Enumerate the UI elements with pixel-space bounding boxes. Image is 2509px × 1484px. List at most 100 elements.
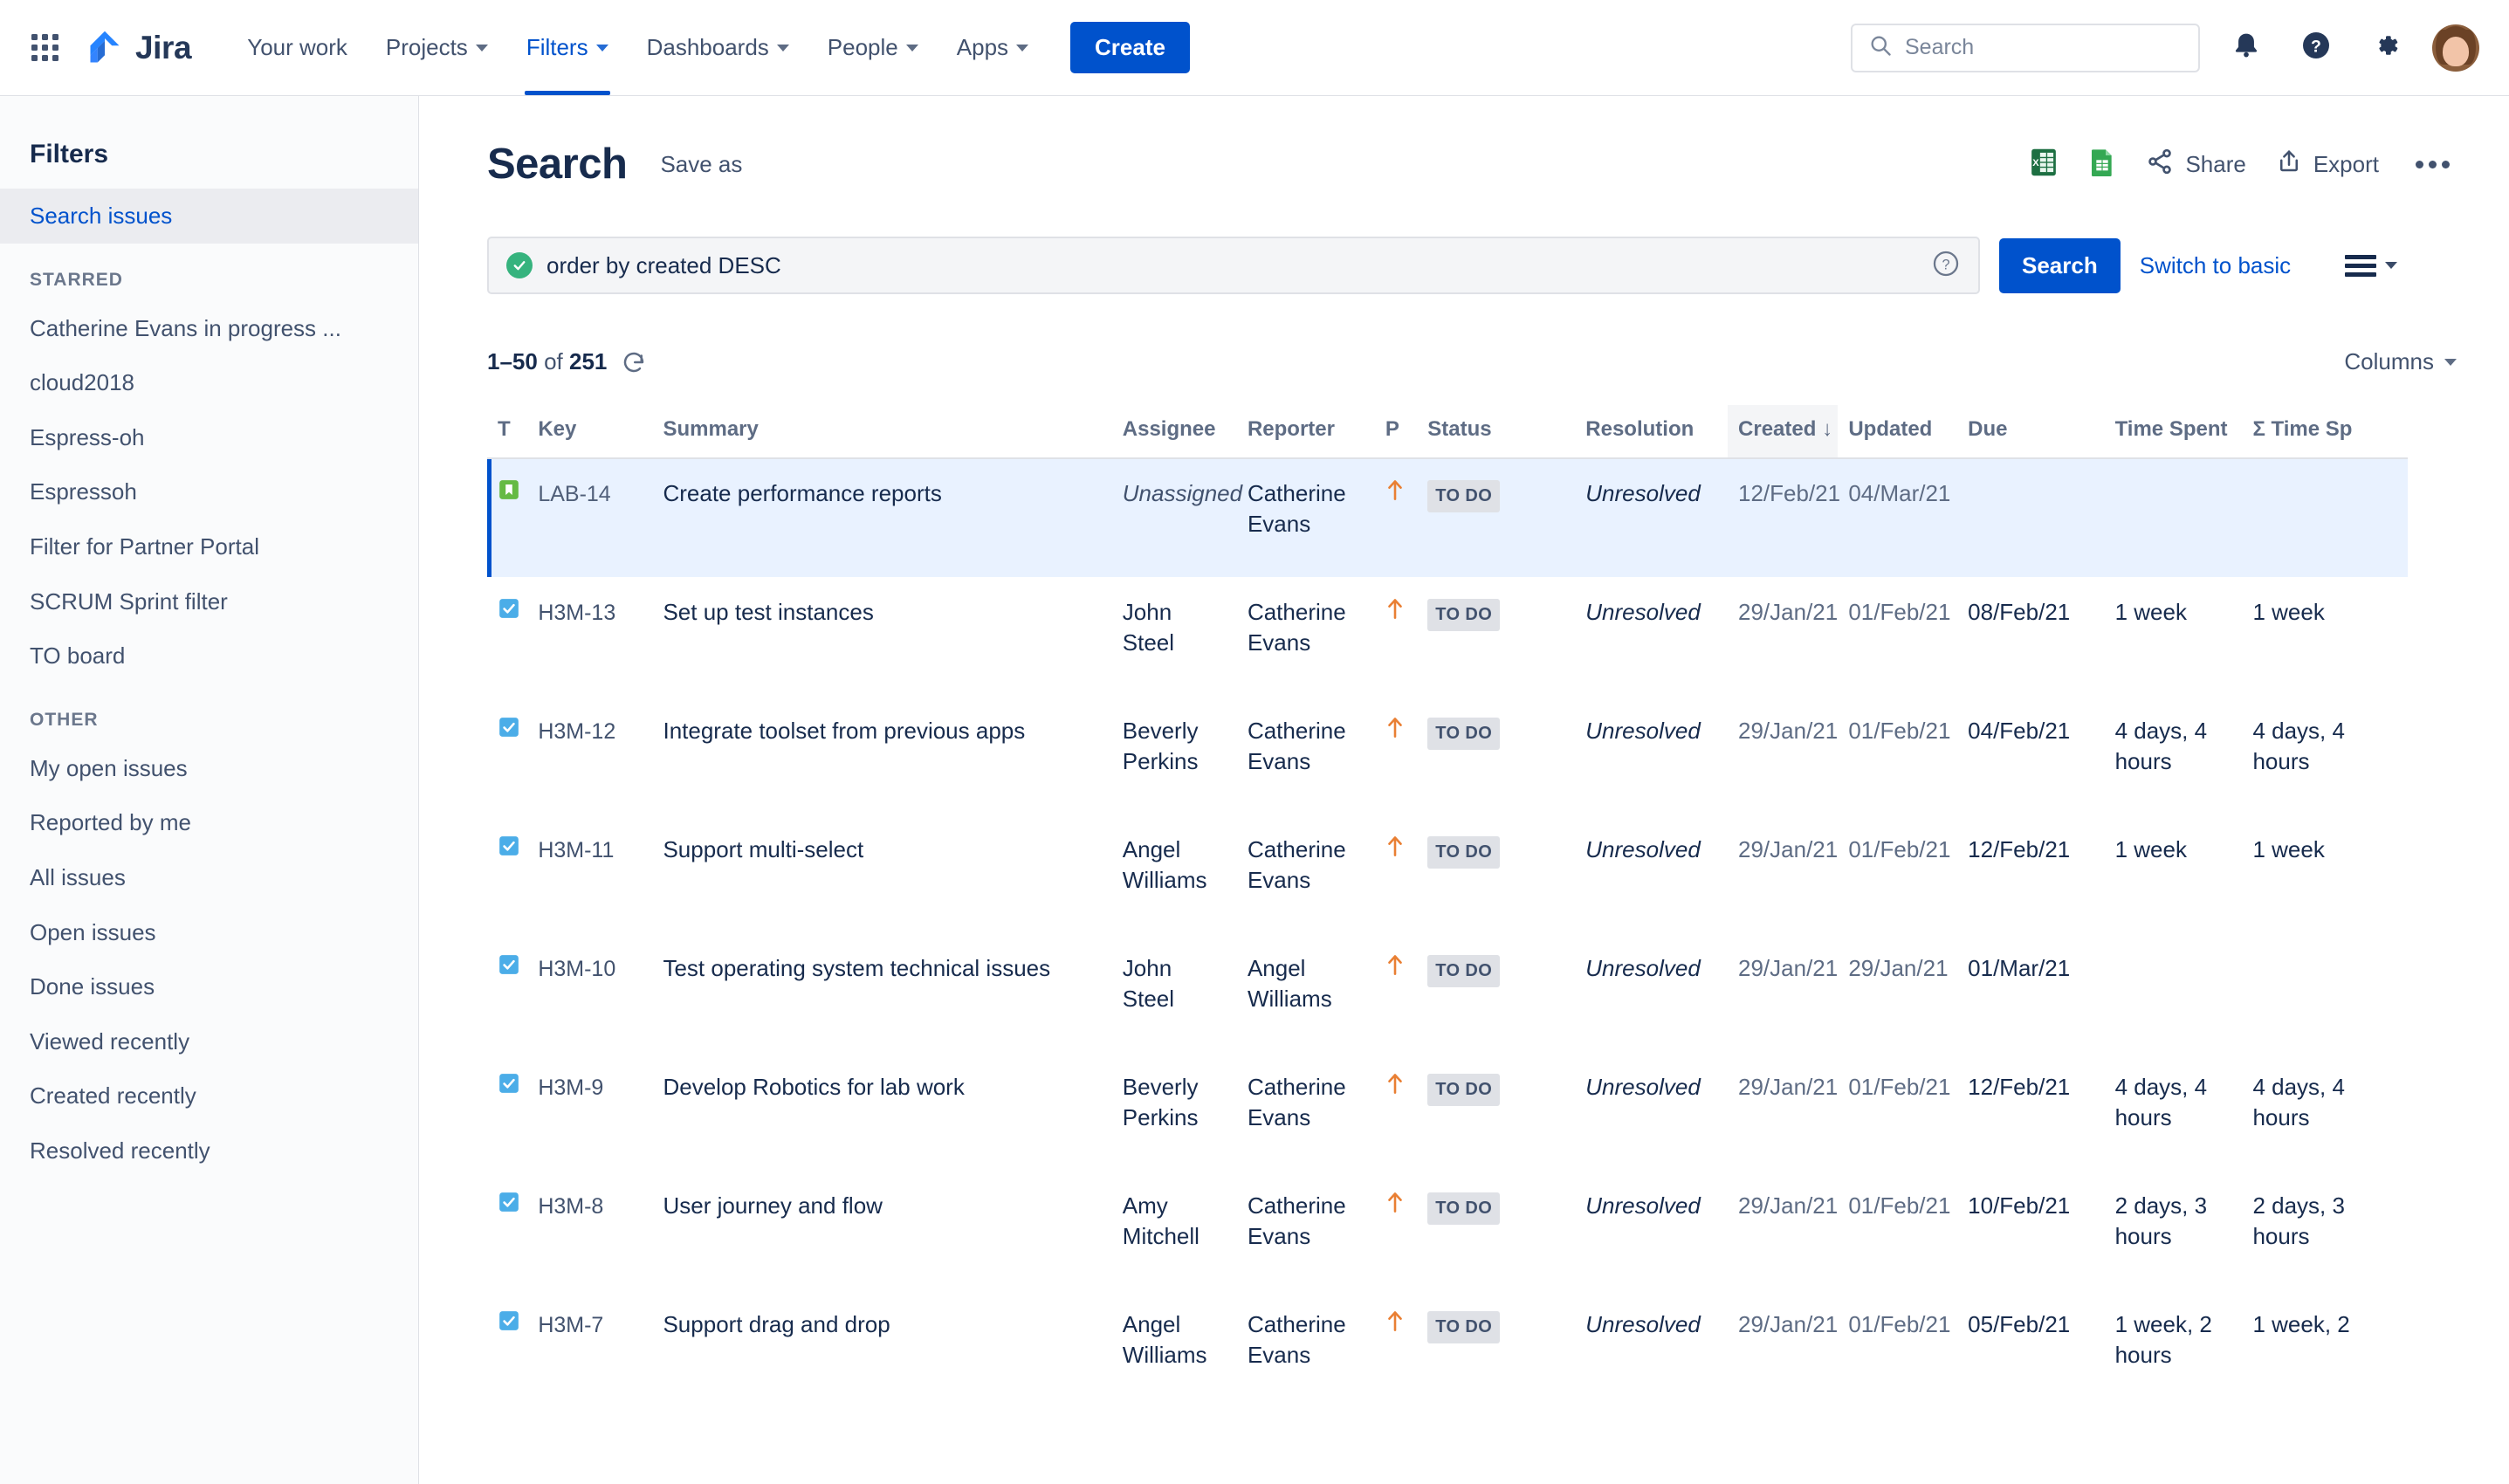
cell-assignee: Angel Williams bbox=[1112, 814, 1237, 933]
sidebar-item-catherine-evans-in-progress[interactable]: Catherine Evans in progress ... bbox=[0, 301, 418, 356]
priority-medium-icon bbox=[1385, 1191, 1405, 1221]
table-row[interactable]: LAB-14 Create performance reports Unassign… bbox=[487, 458, 2408, 577]
issue-key-link[interactable]: H3M-13 bbox=[538, 601, 615, 625]
grid-apps-icon bbox=[31, 34, 58, 61]
column-header-resolution[interactable]: Resolution bbox=[1575, 405, 1729, 459]
sidebar-item-filter-for-partner-portal[interactable]: Filter for Partner Portal bbox=[0, 519, 418, 574]
save-as-button[interactable]: Save as bbox=[660, 151, 742, 178]
issue-key-link[interactable]: H3M-8 bbox=[538, 1194, 603, 1219]
table-row[interactable]: H3M-11 Support multi-select Angel Williams… bbox=[487, 814, 2408, 933]
column-header-priority[interactable]: P bbox=[1374, 405, 1418, 459]
issue-summary-link[interactable]: Support drag and drop bbox=[663, 1311, 890, 1337]
status-badge[interactable]: TO DO bbox=[1427, 954, 1501, 987]
refresh-results-button[interactable] bbox=[621, 349, 647, 375]
issue-key-link[interactable]: H3M-7 bbox=[538, 1313, 603, 1337]
sidebar-item-resolved-recently[interactable]: Resolved recently bbox=[0, 1123, 418, 1178]
create-button[interactable]: Create bbox=[1070, 22, 1190, 73]
sidebar-item-reported-by-me[interactable]: Reported by me bbox=[0, 795, 418, 850]
status-badge[interactable]: TO DO bbox=[1427, 598, 1501, 631]
column-header-assignee[interactable]: Assignee bbox=[1111, 405, 1237, 459]
column-header-updated[interactable]: Updated bbox=[1838, 405, 1958, 459]
sidebar-item-open-issues[interactable]: Open issues bbox=[0, 905, 418, 960]
nav-item-filters[interactable]: Filters bbox=[507, 0, 628, 95]
columns-button[interactable]: Columns bbox=[2344, 348, 2457, 375]
column-header-reporter[interactable]: Reporter bbox=[1236, 405, 1375, 459]
export-button[interactable]: Export bbox=[2276, 148, 2379, 182]
column-header-type[interactable]: T bbox=[487, 405, 528, 459]
issue-summary-link[interactable]: Develop Robotics for lab work bbox=[663, 1074, 964, 1100]
nav-item-projects[interactable]: Projects bbox=[367, 0, 507, 95]
share-button[interactable]: Share bbox=[2146, 148, 2246, 182]
nav-item-people[interactable]: People bbox=[808, 0, 938, 95]
nav-item-your-work[interactable]: Your work bbox=[228, 0, 367, 95]
nav-item-dashboards[interactable]: Dashboards bbox=[628, 0, 808, 95]
sidebar-item-espress-oh[interactable]: Espress-oh bbox=[0, 410, 418, 465]
issue-summary-link[interactable]: Integrate toolset from previous apps bbox=[663, 718, 1025, 744]
cell-type bbox=[487, 696, 527, 814]
column-header-time-spent[interactable]: Time Spent bbox=[2104, 405, 2243, 459]
cell-sum-time-spent: 2 days, 3 hours bbox=[2242, 1171, 2408, 1289]
column-header-created[interactable]: Created ↓ bbox=[1728, 405, 1839, 459]
table-row[interactable]: H3M-10 Test operating system technical is… bbox=[487, 933, 2408, 1052]
table-row[interactable]: H3M-12 Integrate toolset from previous ap… bbox=[487, 696, 2408, 814]
issue-key-link[interactable]: LAB-14 bbox=[538, 482, 610, 506]
updated-date: 04/Mar/21 bbox=[1848, 480, 1951, 506]
due-date: 01/Mar/21 bbox=[1968, 954, 2071, 981]
question-circle-icon[interactable]: ? bbox=[1931, 249, 1961, 283]
jql-search-button[interactable]: Search bbox=[1999, 237, 2121, 293]
column-header-sum-time-spent[interactable]: Σ Time Sp bbox=[2242, 405, 2408, 459]
issue-key-link[interactable]: H3M-12 bbox=[538, 719, 615, 744]
sidebar-item-search-issues[interactable]: Search issues bbox=[0, 189, 418, 244]
issue-key-link[interactable]: H3M-10 bbox=[538, 957, 615, 981]
sidebar-item-all-issues[interactable]: All issues bbox=[0, 850, 418, 905]
view-mode-toggle[interactable] bbox=[2345, 254, 2398, 277]
issue-key-link[interactable]: H3M-9 bbox=[538, 1075, 603, 1100]
notifications-button[interactable] bbox=[2223, 24, 2270, 72]
status-badge[interactable]: TO DO bbox=[1427, 480, 1501, 512]
export-sheets-icon[interactable] bbox=[2088, 147, 2116, 182]
status-badge[interactable]: TO DO bbox=[1427, 717, 1501, 750]
column-header-status[interactable]: Status bbox=[1417, 405, 1576, 459]
issue-summary-link[interactable]: User journey and flow bbox=[663, 1192, 882, 1219]
status-badge[interactable]: TO DO bbox=[1427, 1073, 1501, 1106]
status-badge[interactable]: TO DO bbox=[1427, 1192, 1501, 1225]
due-date: 08/Feb/21 bbox=[1968, 598, 2071, 625]
sidebar-item-created-recently[interactable]: Created recently bbox=[0, 1068, 418, 1123]
table-row[interactable]: H3M-9 Develop Robotics for lab work Beverl… bbox=[487, 1052, 2408, 1171]
sidebar-item-cloud2018[interactable]: cloud2018 bbox=[0, 355, 418, 410]
avatar[interactable] bbox=[2432, 24, 2479, 72]
table-row[interactable]: H3M-7 Support drag and drop Angel Williams… bbox=[487, 1289, 2408, 1408]
table-row[interactable]: H3M-13 Set up test instances John Steel Cat… bbox=[487, 577, 2408, 696]
column-header-summary[interactable]: Summary bbox=[652, 405, 1112, 459]
sidebar-item-done-issues[interactable]: Done issues bbox=[0, 959, 418, 1014]
issue-summary-link[interactable]: Set up test instances bbox=[663, 599, 873, 625]
sidebar-item-espressoh[interactable]: Espressoh bbox=[0, 464, 418, 519]
updated-date: 29/Jan/21 bbox=[1848, 954, 1949, 981]
app-switcher-button[interactable] bbox=[19, 23, 70, 73]
more-actions-button[interactable] bbox=[2409, 154, 2457, 175]
issue-summary-link[interactable]: Test operating system technical issues bbox=[663, 955, 1050, 981]
status-badge[interactable]: TO DO bbox=[1427, 1310, 1501, 1343]
sidebar-item-viewed-recently[interactable]: Viewed recently bbox=[0, 1014, 418, 1069]
sum-time-spent-value: 1 week bbox=[2252, 598, 2325, 625]
global-search-input[interactable]: Search bbox=[1851, 23, 2200, 72]
jql-input[interactable]: order by created DESC ? bbox=[487, 237, 1980, 294]
resolution-value: Unresolved bbox=[1585, 835, 1701, 862]
jira-home-link[interactable]: Jira bbox=[86, 29, 192, 67]
issue-key-link[interactable]: H3M-11 bbox=[538, 838, 614, 862]
switch-to-basic-link[interactable]: Switch to basic bbox=[2140, 252, 2291, 279]
issue-summary-link[interactable]: Support multi-select bbox=[663, 836, 863, 862]
column-header-due[interactable]: Due bbox=[1957, 405, 2105, 459]
nav-item-apps[interactable]: Apps bbox=[938, 0, 1048, 95]
sidebar-item-scrum-sprint-filter[interactable]: SCRUM Sprint filter bbox=[0, 574, 418, 629]
table-row[interactable]: H3M-8 User journey and flow Amy Mitchell Ca… bbox=[487, 1171, 2408, 1289]
export-xls-icon[interactable]: X bbox=[2029, 147, 2059, 182]
issue-summary-link[interactable]: Create performance reports bbox=[663, 480, 941, 506]
settings-button[interactable] bbox=[2362, 24, 2409, 72]
sidebar-item-to-board[interactable]: TO board bbox=[0, 629, 418, 684]
sidebar-item-my-open-issues[interactable]: My open issues bbox=[0, 741, 418, 796]
cell-updated: 01/Feb/21 bbox=[1838, 577, 1957, 696]
column-header-key[interactable]: Key bbox=[527, 405, 653, 459]
help-button[interactable]: ? bbox=[2292, 24, 2340, 72]
status-badge[interactable]: TO DO bbox=[1427, 835, 1501, 869]
